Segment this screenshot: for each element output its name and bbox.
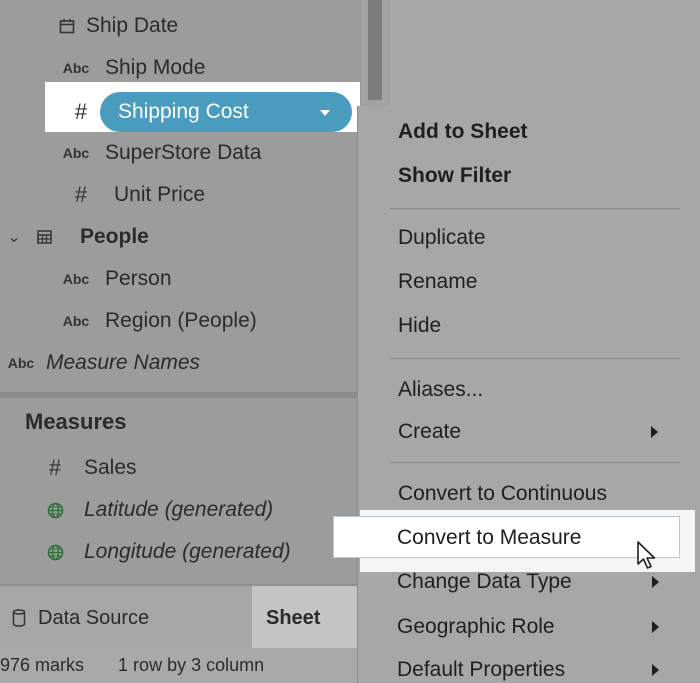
- field-sales[interactable]: # Sales: [40, 448, 137, 488]
- status-rows-columns: 1 row by 3 column: [118, 655, 265, 675]
- menu-separator: [390, 208, 680, 209]
- menu-item-convert-to-continuous[interactable]: Convert to Continuous: [398, 474, 607, 514]
- menu-item-add-to-sheet[interactable]: Add to Sheet: [398, 112, 528, 152]
- field-region-people[interactable]: Abc Region (People): [55, 301, 257, 341]
- field-longitude[interactable]: Longitude (generated): [40, 532, 291, 572]
- menu-separator: [390, 358, 680, 359]
- menu-item-hide[interactable]: Hide: [398, 306, 441, 346]
- tab-sheet[interactable]: Sheet: [252, 586, 362, 650]
- field-superstore-data[interactable]: Abc SuperStore Data: [55, 133, 262, 173]
- submenu-arrow-icon: [652, 664, 659, 676]
- tab-label: Data Source: [38, 606, 150, 629]
- field-ship-date[interactable]: Ship Date: [52, 6, 178, 46]
- shipping-cost-pill[interactable]: Shipping Cost: [100, 92, 352, 132]
- hash-icon: #: [74, 182, 88, 207]
- globe-icon: [40, 544, 70, 561]
- field-label: SuperStore Data: [105, 141, 262, 164]
- status-marks: 976 marks: [0, 655, 85, 675]
- field-latitude[interactable]: Latitude (generated): [40, 490, 273, 530]
- hash-icon: #: [48, 455, 62, 480]
- field-label: Ship Mode: [105, 56, 206, 79]
- menu-item-create[interactable]: Create: [398, 412, 461, 452]
- field-person[interactable]: Abc Person: [55, 259, 172, 299]
- abc-icon: Abc: [62, 60, 90, 76]
- field-label: Sales: [84, 456, 137, 479]
- chevron-down-icon[interactable]: ⌄: [4, 227, 24, 247]
- menu-item-rename[interactable]: Rename: [398, 262, 477, 302]
- globe-icon: [40, 502, 70, 519]
- menu-item-geographic-role[interactable]: Geographic Role: [397, 607, 555, 647]
- measures-header: Measures: [25, 409, 127, 434]
- field-label: Latitude (generated): [84, 498, 274, 521]
- menu-separator: [390, 462, 680, 463]
- field-label: Unit Price: [114, 183, 206, 206]
- submenu-arrow-icon: [651, 426, 658, 438]
- chevron-down-icon[interactable]: [320, 110, 330, 116]
- submenu-arrow-icon: [652, 576, 659, 588]
- field-label: Region (People): [105, 309, 257, 332]
- status-bar: 976 marks 1 row by 3 column: [0, 648, 362, 683]
- splitter-handle[interactable]: [368, 0, 382, 100]
- mouse-cursor-icon: [636, 540, 658, 575]
- abc-icon: Abc: [62, 271, 90, 287]
- abc-icon: Abc: [62, 145, 90, 161]
- field-shipping-cost-icon-row: #: [66, 92, 96, 132]
- field-label: Shipping Cost: [118, 100, 249, 123]
- tab-data-source[interactable]: Data Source: [0, 586, 250, 650]
- menu-item-duplicate[interactable]: Duplicate: [398, 218, 486, 258]
- submenu-arrow-icon: [652, 621, 659, 633]
- menu-item-show-filter[interactable]: Show Filter: [398, 156, 511, 196]
- field-unit-price[interactable]: # Unit Price: [66, 175, 205, 215]
- field-ship-mode[interactable]: Abc Ship Mode: [55, 48, 206, 88]
- field-label: Person: [105, 267, 172, 290]
- measures-divider: [0, 392, 362, 398]
- menu-item-aliases[interactable]: Aliases...: [398, 370, 483, 410]
- calendar-icon: [52, 18, 82, 34]
- field-label: Ship Date: [86, 14, 179, 37]
- menu-item-label: Convert to Measure: [397, 526, 582, 549]
- folder-people[interactable]: ⌄ People: [4, 217, 149, 257]
- table-icon: [24, 230, 64, 244]
- field-label: Measure Names: [46, 351, 201, 374]
- abc-icon: Abc: [62, 313, 90, 329]
- abc-icon: Abc: [7, 355, 35, 371]
- tab-bar: Data Source Sheet: [0, 584, 362, 650]
- folder-label: People: [80, 225, 149, 248]
- data-pane: Ship Date Abc Ship Mode # Shipping Cost …: [0, 0, 362, 600]
- field-label: Longitude (generated): [84, 540, 291, 563]
- menu-item-default-properties[interactable]: Default Properties: [397, 650, 565, 683]
- menu-item-change-data-type[interactable]: Change Data Type: [397, 562, 572, 602]
- hash-icon: #: [74, 99, 88, 124]
- database-icon: [8, 609, 30, 627]
- field-measure-names[interactable]: Abc Measure Names: [0, 343, 200, 383]
- tab-label: Sheet: [266, 606, 321, 629]
